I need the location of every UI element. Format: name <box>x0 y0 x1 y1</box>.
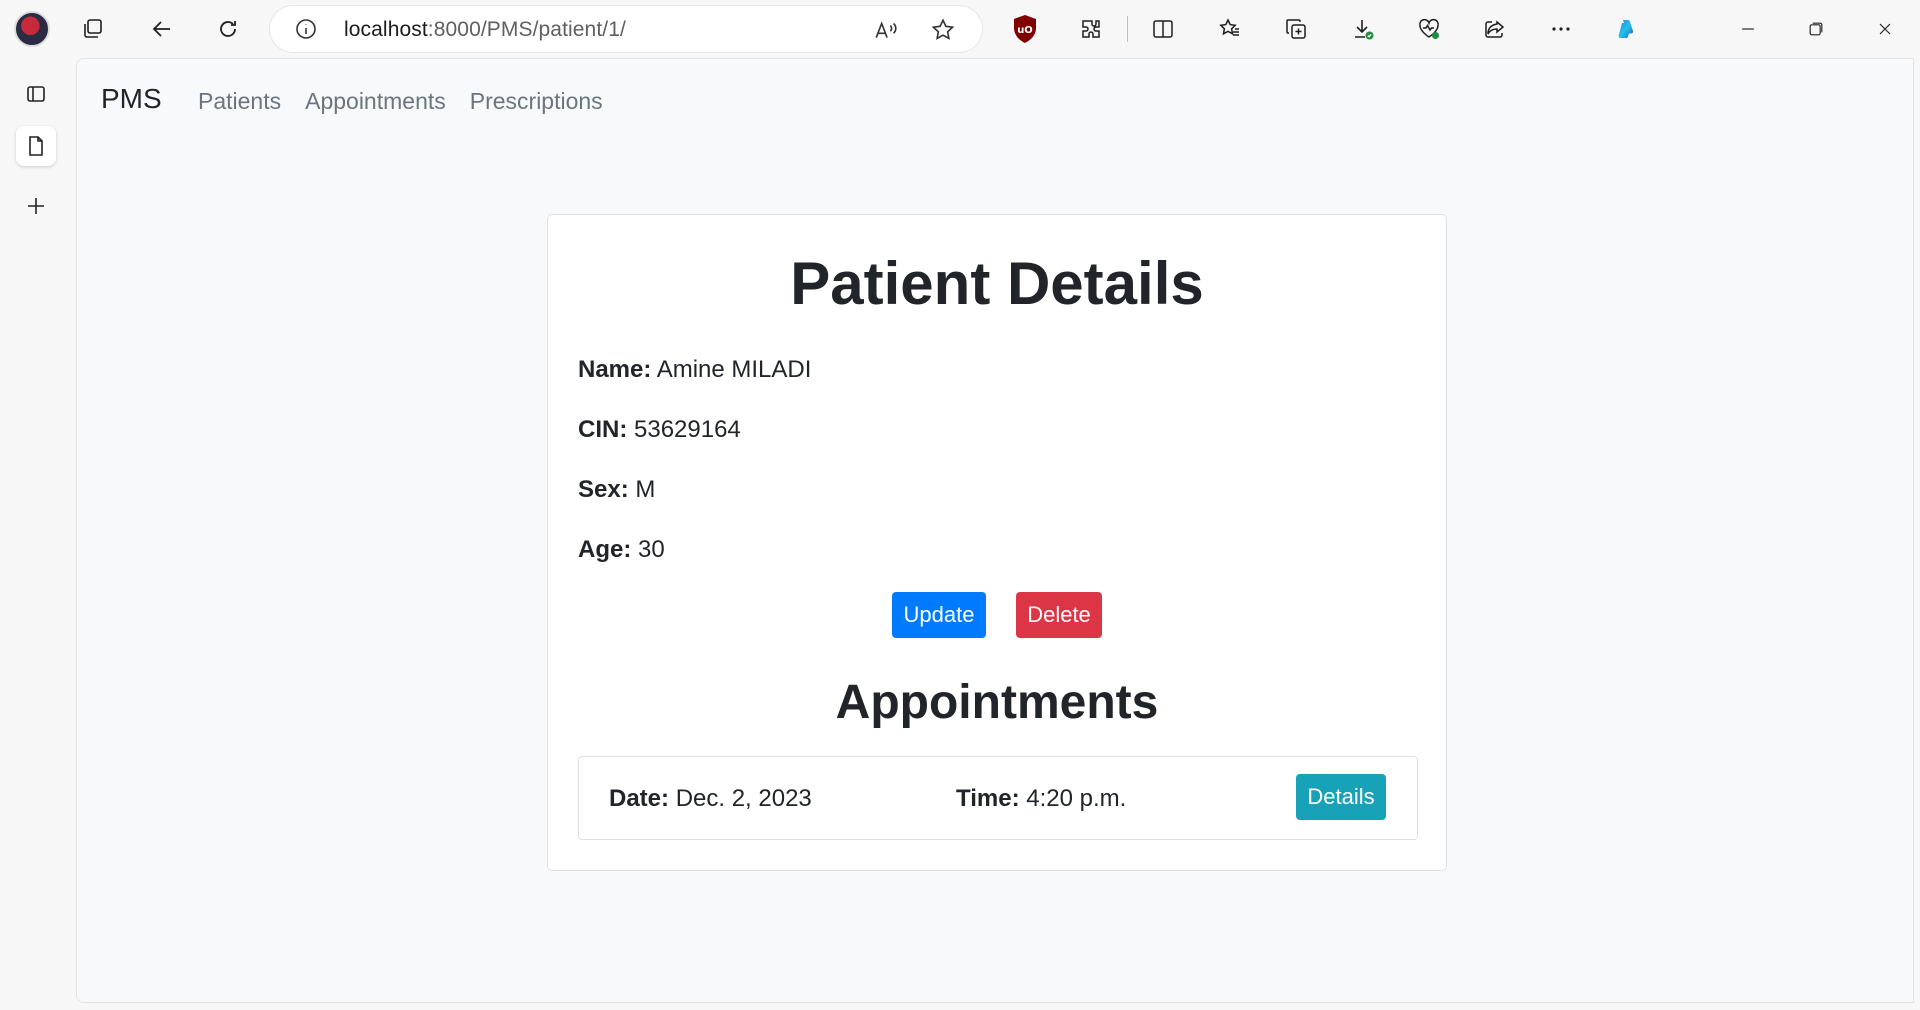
date-label: Date: <box>609 785 670 812</box>
sex-value: M <box>635 476 656 503</box>
patient-age: Age: 30 <box>578 536 665 564</box>
patient-name: Name: Amine MILADI <box>578 356 811 384</box>
patient-card: Patient Details Name: Amine MILADI CIN: … <box>547 214 1447 871</box>
split-screen-icon[interactable] <box>1146 12 1180 46</box>
appointment-list-item: Date: Dec. 2, 2023 Time: 4:20 p.m. Detai… <box>578 756 1418 840</box>
profile-avatar[interactable] <box>14 11 50 47</box>
brand-link[interactable]: PMS <box>101 83 162 115</box>
more-icon[interactable] <box>1544 12 1578 46</box>
page-tab-icon[interactable] <box>16 126 56 166</box>
minimize-icon[interactable] <box>1733 14 1763 44</box>
url-host: localhost <box>344 18 428 41</box>
share-icon[interactable] <box>1478 12 1512 46</box>
time-label: Time: <box>956 785 1020 812</box>
copilot-icon[interactable] <box>1606 10 1644 48</box>
favorites-icon[interactable] <box>1213 12 1247 46</box>
url-text[interactable]: localhost:8000/PMS/patient/1/ <box>344 18 626 42</box>
patient-cin: CIN: 53629164 <box>578 416 741 444</box>
age-label: Age: <box>578 536 632 563</box>
close-icon[interactable] <box>1870 14 1900 44</box>
ublock-icon[interactable]: uO <box>1012 14 1038 44</box>
cin-value: 53629164 <box>634 416 741 443</box>
nav-link-appointments[interactable]: Appointments <box>305 88 446 115</box>
details-button[interactable]: Details <box>1296 774 1386 820</box>
delete-button[interactable]: Delete <box>1016 592 1102 638</box>
favorite-star-icon[interactable] <box>930 17 956 43</box>
tabs-icon[interactable] <box>76 12 110 46</box>
extensions-icon[interactable] <box>1074 12 1108 46</box>
browser-health-icon[interactable] <box>1412 12 1446 46</box>
info-icon[interactable] <box>294 17 318 41</box>
page-viewport: PMS Patients Appointments Prescriptions … <box>76 58 1914 1003</box>
collections-icon[interactable] <box>1279 12 1313 46</box>
cin-label: CIN: <box>578 416 628 443</box>
downloads-icon[interactable] <box>1346 12 1380 46</box>
nav-links: Patients Appointments Prescriptions <box>198 88 603 115</box>
new-tab-icon[interactable] <box>16 186 56 226</box>
update-button[interactable]: Update <box>892 592 986 638</box>
vertical-tabs-icon[interactable] <box>16 74 56 114</box>
url-path: :8000/PMS/patient/1/ <box>427 18 626 41</box>
page-title: Patient Details <box>790 250 1204 317</box>
vertical-tab-strip <box>0 58 76 1010</box>
age-value: 30 <box>638 536 665 563</box>
sex-label: Sex: <box>578 476 629 503</box>
read-aloud-icon[interactable] <box>873 17 899 43</box>
nav-link-prescriptions[interactable]: Prescriptions <box>470 88 603 115</box>
time-value: 4:20 p.m. <box>1026 785 1127 812</box>
appointment-date: Date: Dec. 2, 2023 <box>609 785 812 813</box>
browser-toolbar: localhost:8000/PMS/patient/1/ uO <box>0 0 1920 58</box>
address-bar[interactable]: localhost:8000/PMS/patient/1/ <box>270 6 982 52</box>
name-label: Name: <box>578 356 652 383</box>
patient-sex: Sex: M <box>578 476 655 504</box>
name-value: Amine MILADI <box>656 356 812 383</box>
date-value: Dec. 2, 2023 <box>675 785 812 812</box>
nav-link-patients[interactable]: Patients <box>198 88 281 115</box>
appointments-heading: Appointments <box>835 676 1159 729</box>
toolbar-divider <box>1127 16 1128 42</box>
navbar: PMS Patients Appointments Prescriptions <box>77 59 1913 143</box>
appointment-time: Time: 4:20 p.m. <box>956 785 1126 813</box>
restore-icon[interactable] <box>1801 14 1831 44</box>
back-icon[interactable] <box>145 12 179 46</box>
refresh-icon[interactable] <box>211 12 245 46</box>
svg-text:uO: uO <box>1017 25 1033 36</box>
